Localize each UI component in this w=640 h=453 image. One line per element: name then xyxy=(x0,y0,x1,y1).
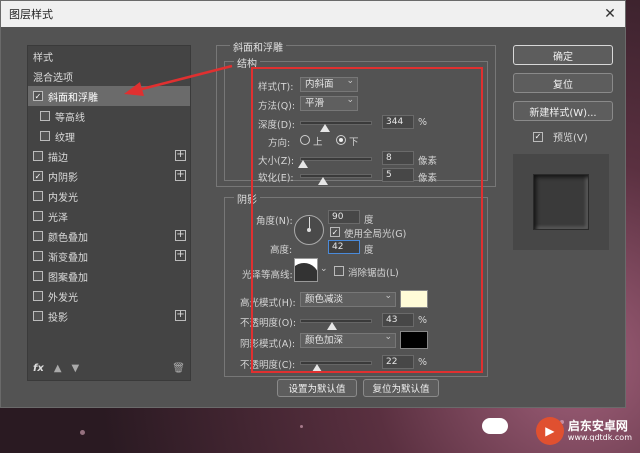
watermark-logo-icon: ▶ xyxy=(535,417,564,445)
wechat-icon xyxy=(482,418,508,434)
watermark-url: www.qdtdk.com xyxy=(567,433,632,443)
watermark-brand: 启东安卓网 xyxy=(567,418,628,433)
watermark: ▶ 启东安卓网 www.qdtdk.com xyxy=(535,417,632,445)
red-arrow-annotation xyxy=(124,64,233,96)
